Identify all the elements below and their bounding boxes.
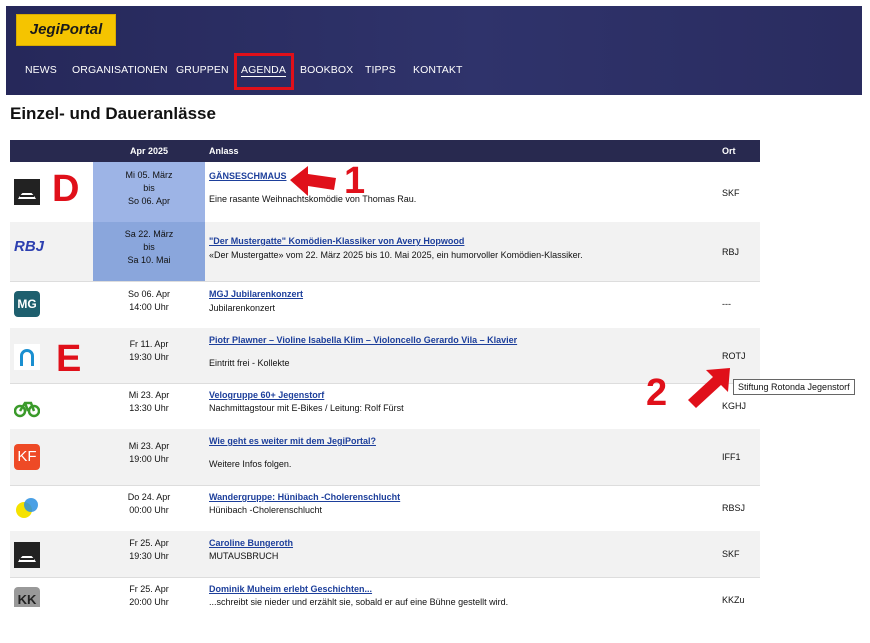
arrow-up-right-icon bbox=[688, 368, 730, 408]
event-description: MUTAUSBRUCH bbox=[209, 551, 279, 561]
event-date: Mi 23. Apr 13:30 Uhr bbox=[128, 390, 170, 413]
event-description: Eintritt frei - Kollekte bbox=[209, 358, 290, 368]
event-description: ...schreibt sie nieder und erzählt sie, … bbox=[209, 597, 509, 607]
event-title-link[interactable]: Dominik Muheim erlebt Geschichten... bbox=[209, 584, 372, 594]
header-month: Apr 2025 bbox=[130, 146, 169, 156]
site-header: JegiPortal NEWS ORGANISATIONEN GRUPPEN A… bbox=[6, 6, 862, 95]
annotation-one: 1 bbox=[344, 160, 366, 202]
event-description: Hünibach -Cholerenschlucht bbox=[209, 505, 323, 515]
circles-icon bbox=[16, 498, 38, 518]
page-title: Einzel- und Daueranlässe bbox=[10, 104, 216, 123]
event-date: So 06. Apr 14:00 Uhr bbox=[127, 289, 171, 312]
nav-gruppen[interactable]: GRUPPEN bbox=[176, 64, 229, 76]
event-title-link[interactable]: Wandergruppe: Hünibach -Cholerenschlucht bbox=[209, 492, 400, 502]
event-place: KKZu bbox=[722, 595, 745, 605]
event-title-link[interactable]: Caroline Bungeroth bbox=[209, 538, 293, 548]
rotonda-icon bbox=[14, 344, 40, 370]
annotation-two: 2 bbox=[646, 372, 668, 414]
header-place: Ort bbox=[722, 146, 736, 156]
event-date: Do 24. Apr 00:00 Uhr bbox=[127, 492, 171, 515]
mg-logo: MG bbox=[14, 291, 40, 317]
table-row: Mi 05. März bis So 06. Apr GÄNSESCHMAUS Ei… bbox=[10, 162, 760, 223]
event-title-link[interactable]: Velogruppe 60+ Jegenstorf bbox=[209, 390, 324, 400]
event-place: --- bbox=[722, 299, 731, 309]
event-title-link[interactable]: MGJ Jubilarenkonzert bbox=[209, 289, 303, 299]
event-place: RBSJ bbox=[722, 503, 746, 513]
table-row: Do 24. Apr 00:00 Uhr Wandergruppe: Hüniba… bbox=[10, 485, 760, 532]
event-date: Mi 05. März bis So 06. Apr bbox=[93, 162, 205, 222]
nav-tipps[interactable]: TIPPS bbox=[365, 64, 396, 76]
event-description: Weitere Infos folgen. bbox=[209, 459, 292, 469]
nav-kontakt[interactable]: KONTAKT bbox=[413, 64, 463, 76]
bicycle-icon bbox=[14, 401, 40, 418]
table-row: Fr 25. Apr 19:30 Uhr Caroline Bungeroth M… bbox=[10, 531, 760, 578]
agenda-highlight-box bbox=[234, 53, 294, 90]
event-date: Fr 25. Apr 20:00 Uhr bbox=[129, 584, 169, 607]
table-row: KF Mi 23. Apr 19:00 Uhr Wie geht es weite… bbox=[10, 429, 760, 486]
event-description: Jubilarenkonzert bbox=[209, 303, 276, 313]
event-place: ROTJ bbox=[722, 351, 746, 361]
event-place: SKF bbox=[722, 188, 740, 198]
kf-logo: KF bbox=[14, 444, 40, 470]
place-tooltip: Stiftung Rotonda Jegenstorf bbox=[733, 379, 855, 395]
header-event: Anlass bbox=[209, 146, 239, 156]
theater-icon bbox=[14, 542, 40, 568]
event-title-link[interactable]: "Der Mustergatte" Komödien-Klassiker von… bbox=[209, 236, 464, 246]
nav-organisationen[interactable]: ORGANISATIONEN bbox=[72, 64, 168, 76]
annotation-e: E bbox=[56, 338, 82, 380]
event-date: Sa 22. März bis Sa 10. Mai bbox=[93, 222, 205, 281]
kk-logo: KK bbox=[14, 587, 40, 607]
event-title-link[interactable]: GÄNSESCHMAUS bbox=[209, 171, 287, 181]
event-place: RBJ bbox=[722, 247, 740, 257]
event-title-link[interactable]: Wie geht es weiter mit dem JegiPortal? bbox=[209, 436, 376, 446]
table-row: MG So 06. Apr 14:00 Uhr MGJ Jubilarenkonz… bbox=[10, 281, 760, 329]
nav-bookbox[interactable]: BOOKBOX bbox=[300, 64, 353, 76]
rbj-logo: RBJ bbox=[14, 238, 45, 255]
event-title-link[interactable]: Piotr Plawner – Violine Isabella Klim – … bbox=[209, 335, 517, 345]
annotation-d: D bbox=[52, 168, 80, 210]
event-date: Mi 23. Apr 19:00 Uhr bbox=[128, 441, 170, 464]
event-description: Nachmittagstour mit E-Bikes / Leitung: R… bbox=[209, 403, 404, 413]
table-row: KK Fr 25. Apr 20:00 Uhr Dominik Muheim er… bbox=[10, 577, 760, 607]
event-date: Fr 25. Apr 19:30 Uhr bbox=[129, 538, 169, 561]
event-place: IFF1 bbox=[722, 452, 741, 462]
nav-news[interactable]: NEWS bbox=[25, 64, 57, 76]
table-header: Apr 2025 Anlass Ort bbox=[10, 140, 760, 162]
event-date: Fr 11. Apr 19:30 Uhr bbox=[129, 339, 169, 362]
arrow-left-icon bbox=[290, 166, 336, 196]
site-logo[interactable]: JegiPortal bbox=[16, 14, 116, 46]
event-description: «Der Mustergatte» vom 22. März 2025 bis … bbox=[209, 250, 583, 260]
table-row: RBJ Sa 22. März bis Sa 10. Mai "Der Muster… bbox=[10, 222, 760, 282]
event-place: SKF bbox=[722, 549, 740, 559]
theater-icon bbox=[14, 179, 40, 205]
